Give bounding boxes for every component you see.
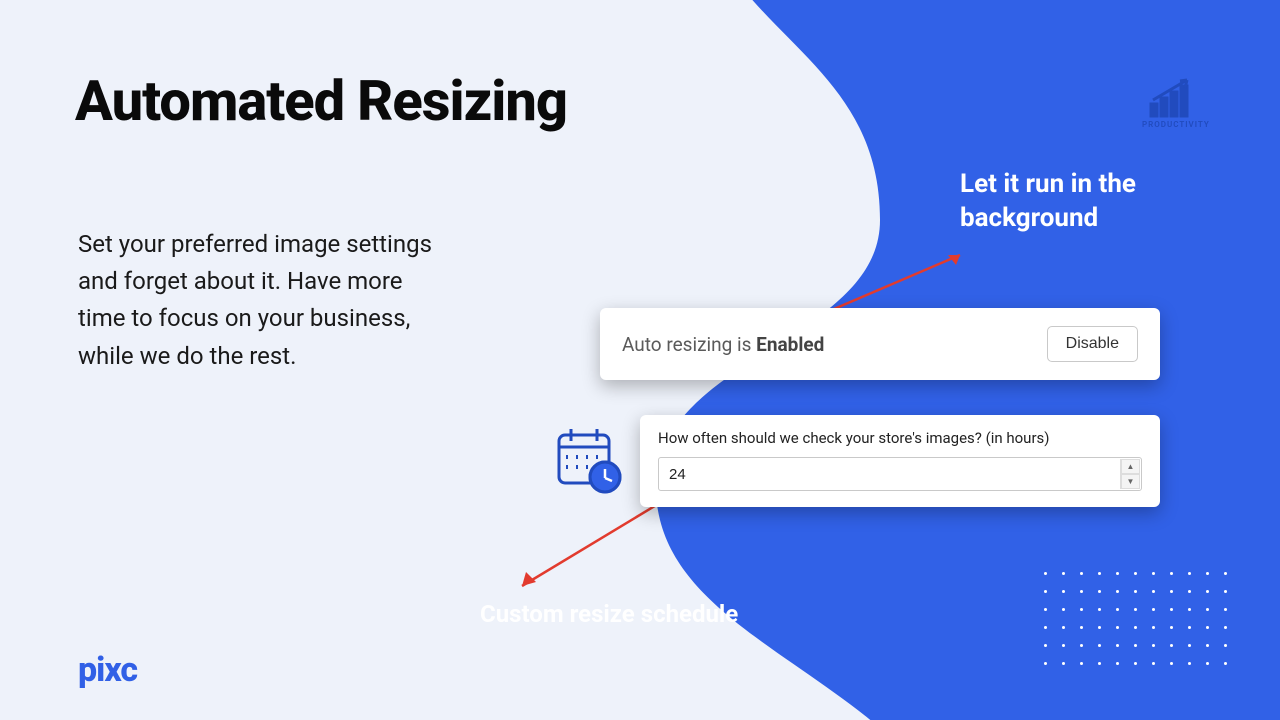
page-title: Automated Resizing [75, 68, 567, 134]
status-state: Enabled [756, 333, 824, 356]
brand-logo: pixc [78, 650, 137, 690]
schedule-panel: How often should we check your store's i… [640, 415, 1160, 507]
disable-button[interactable]: Disable [1047, 326, 1138, 362]
callout-custom-schedule: Custom resize schedule [480, 600, 738, 628]
marketing-slide: Automated Resizing Set your preferred im… [0, 0, 1280, 720]
auto-resize-status-text: Auto resizing is Enabled [622, 333, 824, 356]
decorative-dot-grid [1036, 564, 1234, 672]
productivity-label: PRODUCTIVITY [1142, 120, 1202, 129]
status-prefix: Auto resizing is [622, 333, 756, 356]
page-description: Set your preferred image settings and fo… [78, 226, 438, 375]
schedule-hours-input[interactable] [658, 457, 1142, 491]
number-stepper[interactable]: ▲ ▼ [1120, 459, 1140, 489]
stepper-up-icon[interactable]: ▲ [1121, 459, 1140, 474]
stepper-down-icon[interactable]: ▼ [1121, 474, 1140, 489]
auto-resize-status-panel: Auto resizing is Enabled Disable [600, 308, 1160, 380]
productivity-icon: PRODUCTIVITY [1142, 78, 1202, 129]
calendar-clock-icon [555, 425, 625, 499]
schedule-question: How often should we check your store's i… [658, 429, 1142, 447]
callout-run-background: Let it run in the background [960, 168, 1210, 236]
